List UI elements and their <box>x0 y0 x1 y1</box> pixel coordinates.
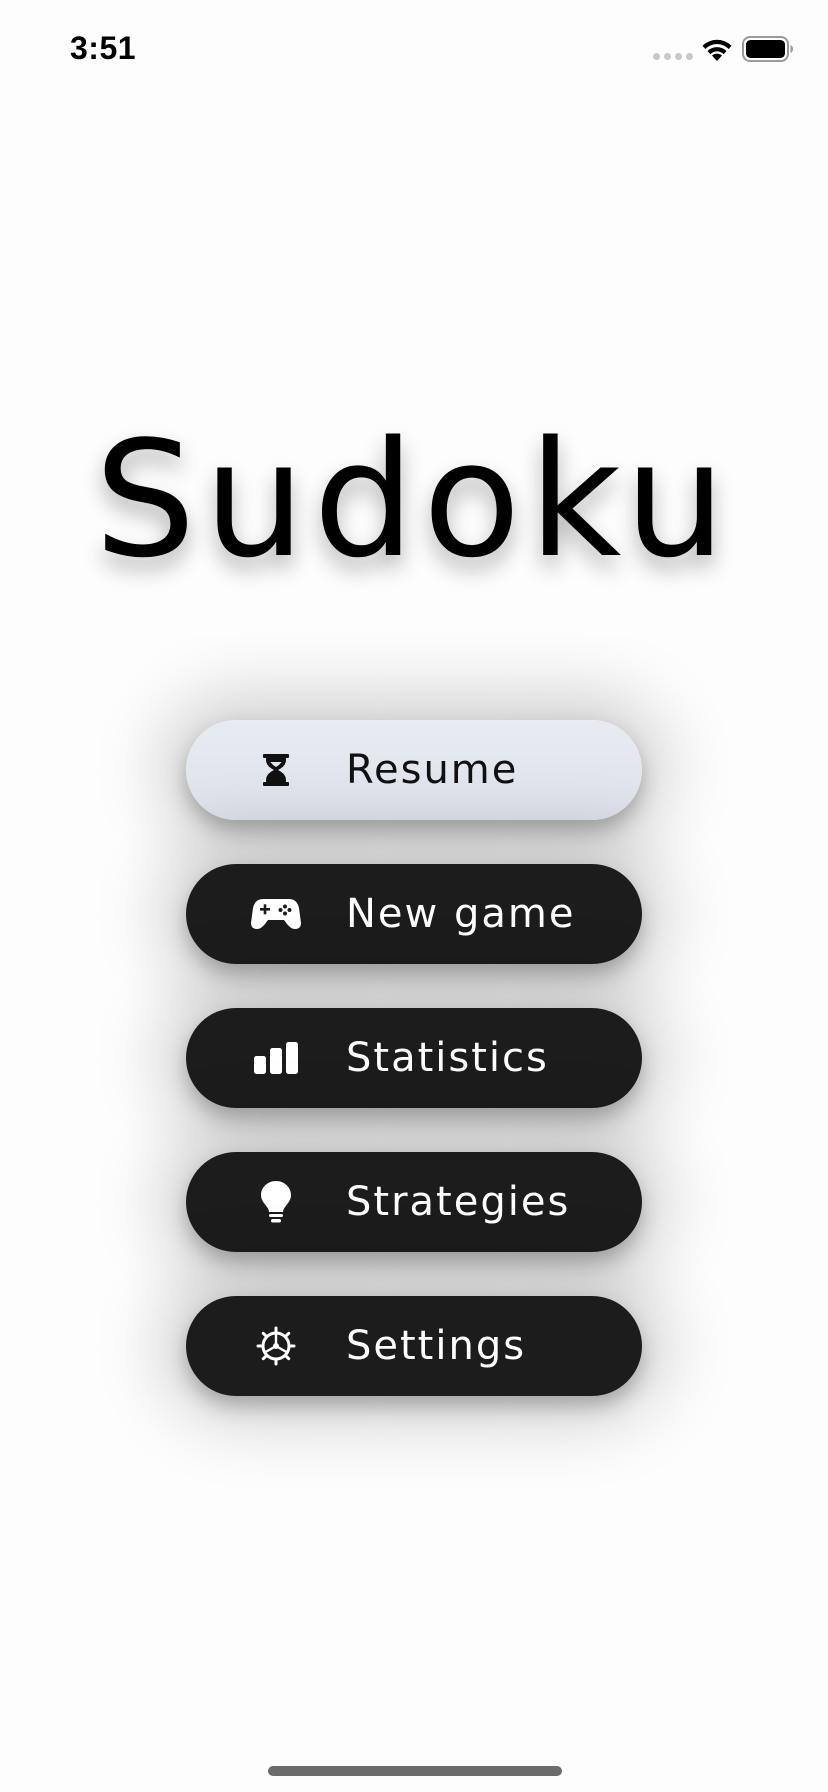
new-game-button[interactable]: New game <box>186 864 642 964</box>
gamepad-icon <box>251 889 301 939</box>
main-menu: Resume New game Statistics Strategies Se… <box>186 720 642 1440</box>
hourglass-icon <box>251 745 301 795</box>
status-time: 3:51 <box>70 30 137 66</box>
resume-button[interactable]: Resume <box>186 720 642 820</box>
wifi-icon <box>702 39 732 61</box>
strategies-button[interactable]: Strategies <box>186 1152 642 1252</box>
status-bar: 3:51 <box>0 0 828 100</box>
gear-icon <box>251 1321 301 1371</box>
settings-label: Settings <box>346 1323 527 1369</box>
app-title: Sudoku <box>94 406 734 593</box>
bar-chart-icon <box>251 1033 301 1083</box>
battery-icon <box>742 36 793 62</box>
home-indicator[interactable] <box>268 1766 562 1776</box>
lightbulb-icon <box>251 1177 301 1227</box>
strategies-label: Strategies <box>346 1179 571 1225</box>
resume-label: Resume <box>346 747 519 793</box>
new-game-label: New game <box>346 891 576 937</box>
statistics-button[interactable]: Statistics <box>186 1008 642 1108</box>
cellular-signal-icon <box>653 53 693 60</box>
statistics-label: Statistics <box>346 1035 549 1081</box>
settings-button[interactable]: Settings <box>186 1296 642 1396</box>
